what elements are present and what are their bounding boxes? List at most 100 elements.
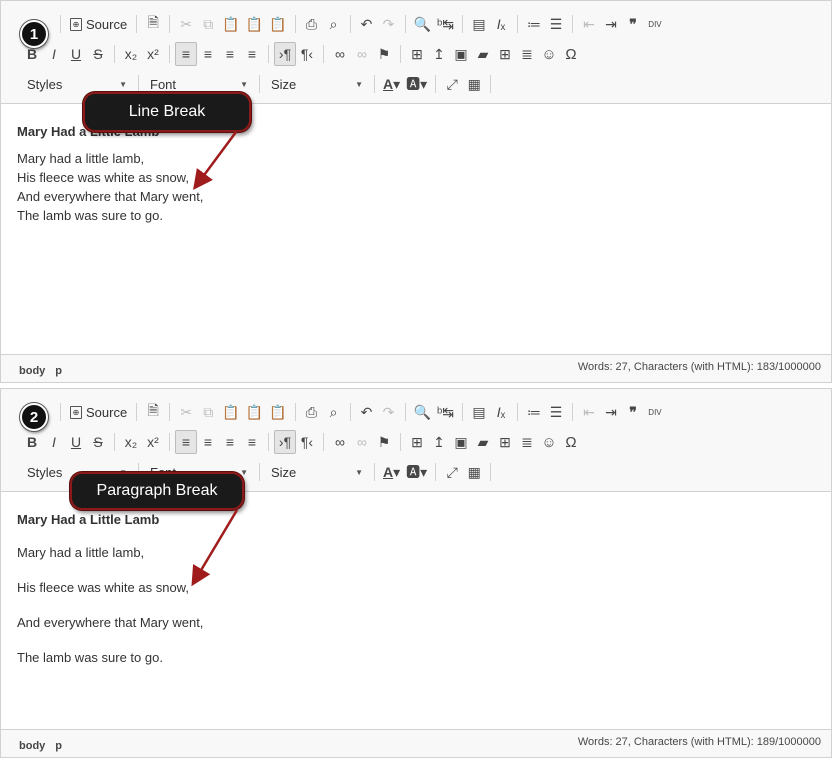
- link-icon[interactable]: ∞: [329, 42, 351, 66]
- smiley-icon[interactable]: ☺: [538, 430, 560, 454]
- superscript-icon[interactable]: x²: [142, 430, 164, 454]
- superscript-icon[interactable]: x²: [142, 42, 164, 66]
- print-icon[interactable]: ⎙: [301, 400, 323, 424]
- image-icon[interactable]: ▣: [450, 430, 472, 454]
- italic-icon[interactable]: I: [43, 430, 65, 454]
- special-char-icon[interactable]: Ω: [560, 42, 582, 66]
- text-color-icon[interactable]: A ▾: [380, 72, 403, 96]
- underline-icon[interactable]: U: [65, 430, 87, 454]
- new-page-icon[interactable]: 🗎: [142, 12, 164, 36]
- select-all-icon[interactable]: ▤: [468, 400, 490, 424]
- remove-format-icon[interactable]: Iₓ: [490, 12, 512, 36]
- replace-icon[interactable]: ᵇ↹: [434, 400, 457, 424]
- ltr-icon[interactable]: ›¶: [274, 430, 296, 454]
- subscript-icon[interactable]: x₂: [120, 430, 142, 454]
- paste-icon[interactable]: 📋: [219, 400, 242, 424]
- special-char-icon[interactable]: Ω: [560, 430, 582, 454]
- italic-icon[interactable]: I: [43, 42, 65, 66]
- paste-icon[interactable]: 📋: [219, 12, 242, 36]
- new-page-icon[interactable]: 🗎: [142, 400, 164, 424]
- paste-text-icon[interactable]: 📋: [243, 400, 266, 424]
- numbered-list-icon[interactable]: ≔: [523, 400, 545, 424]
- strikethrough-icon[interactable]: S: [87, 42, 109, 66]
- align-right-icon[interactable]: ≡: [219, 430, 241, 454]
- bold-icon[interactable]: B: [21, 430, 43, 454]
- video-icon[interactable]: ▰: [472, 42, 494, 66]
- undo-icon[interactable]: ↶: [356, 12, 378, 36]
- path-p[interactable]: p: [55, 740, 62, 752]
- redo-icon[interactable]: ↷: [378, 12, 400, 36]
- rtl-icon[interactable]: ¶‹: [296, 42, 318, 66]
- justify-icon[interactable]: ≡: [241, 430, 263, 454]
- numbered-list-icon[interactable]: ≔: [523, 12, 545, 36]
- size-dropdown[interactable]: Size ▼: [265, 72, 369, 96]
- cart-icon[interactable]: ⊞: [406, 430, 428, 454]
- editor-content[interactable]: Mary Had a Little Lamb Mary had a little…: [1, 492, 831, 689]
- justify-icon[interactable]: ≡: [241, 42, 263, 66]
- show-blocks-icon[interactable]: ▦: [463, 460, 485, 484]
- strikethrough-icon[interactable]: S: [87, 430, 109, 454]
- size-dropdown[interactable]: Size ▼: [265, 460, 369, 484]
- find-icon[interactable]: 🔍: [411, 12, 434, 36]
- outdent-icon[interactable]: ⇤: [578, 400, 600, 424]
- cut-icon[interactable]: ✂: [175, 12, 197, 36]
- video-icon[interactable]: ▰: [472, 430, 494, 454]
- anchor-flag-icon[interactable]: ⚑: [373, 430, 395, 454]
- horizontal-rule-icon[interactable]: ≣: [516, 430, 538, 454]
- select-all-icon[interactable]: ▤: [468, 12, 490, 36]
- replace-icon[interactable]: ᵇ↹: [434, 12, 457, 36]
- redo-icon[interactable]: ↷: [378, 400, 400, 424]
- smiley-icon[interactable]: ☺: [538, 42, 560, 66]
- path-body[interactable]: body: [19, 740, 45, 752]
- bulleted-list-icon[interactable]: ☰: [545, 400, 567, 424]
- anchor-flag-icon[interactable]: ⚑: [373, 42, 395, 66]
- table-icon[interactable]: ⊞: [494, 430, 516, 454]
- rtl-icon[interactable]: ¶‹: [296, 430, 318, 454]
- bg-color-icon[interactable]: 🅰▾: [403, 460, 430, 484]
- image-icon[interactable]: ▣: [450, 42, 472, 66]
- path-p[interactable]: p: [55, 365, 62, 377]
- align-center-icon[interactable]: ≡: [197, 430, 219, 454]
- align-left-icon[interactable]: ≡: [175, 42, 197, 66]
- paste-word-icon[interactable]: 📋: [266, 12, 289, 36]
- link-icon[interactable]: ∞: [329, 430, 351, 454]
- blockquote-icon[interactable]: ❞: [622, 400, 644, 424]
- paste-text-icon[interactable]: 📋: [243, 12, 266, 36]
- cut-icon[interactable]: ✂: [175, 400, 197, 424]
- pin-icon[interactable]: ↥: [428, 42, 450, 66]
- copy-icon[interactable]: ⧉: [197, 12, 219, 36]
- bg-color-icon[interactable]: 🅰▾: [403, 72, 430, 96]
- outdent-icon[interactable]: ⇤: [578, 12, 600, 36]
- subscript-icon[interactable]: x₂: [120, 42, 142, 66]
- blockquote-icon[interactable]: ❞: [622, 12, 644, 36]
- bulleted-list-icon[interactable]: ☰: [545, 12, 567, 36]
- show-blocks-icon[interactable]: ▦: [463, 72, 485, 96]
- div-icon[interactable]: DIV: [644, 400, 666, 424]
- indent-icon[interactable]: ⇥: [600, 12, 622, 36]
- copy-icon[interactable]: ⧉: [197, 400, 219, 424]
- source-button[interactable]: ⊕ Source: [66, 400, 131, 424]
- cart-icon[interactable]: ⊞: [406, 42, 428, 66]
- underline-icon[interactable]: U: [65, 42, 87, 66]
- align-right-icon[interactable]: ≡: [219, 42, 241, 66]
- unlink-icon[interactable]: ∞: [351, 42, 373, 66]
- pin-icon[interactable]: ↥: [428, 430, 450, 454]
- ltr-icon[interactable]: ›¶: [274, 42, 296, 66]
- table-icon[interactable]: ⊞: [494, 42, 516, 66]
- path-body[interactable]: body: [19, 365, 45, 377]
- print-icon[interactable]: ⎙: [301, 12, 323, 36]
- maximize-icon[interactable]: ⤢: [441, 72, 463, 96]
- indent-icon[interactable]: ⇥: [600, 400, 622, 424]
- text-color-icon[interactable]: A ▾: [380, 460, 403, 484]
- align-center-icon[interactable]: ≡: [197, 42, 219, 66]
- undo-icon[interactable]: ↶: [356, 400, 378, 424]
- horizontal-rule-icon[interactable]: ≣: [516, 42, 538, 66]
- paste-word-icon[interactable]: 📋: [266, 400, 289, 424]
- align-left-icon[interactable]: ≡: [175, 430, 197, 454]
- maximize-icon[interactable]: ⤢: [441, 460, 463, 484]
- unlink-icon[interactable]: ∞: [351, 430, 373, 454]
- source-button[interactable]: ⊕ Source: [66, 12, 131, 36]
- div-icon[interactable]: DIV: [644, 12, 666, 36]
- find-icon[interactable]: 🔍: [411, 400, 434, 424]
- remove-format-icon[interactable]: Iₓ: [490, 400, 512, 424]
